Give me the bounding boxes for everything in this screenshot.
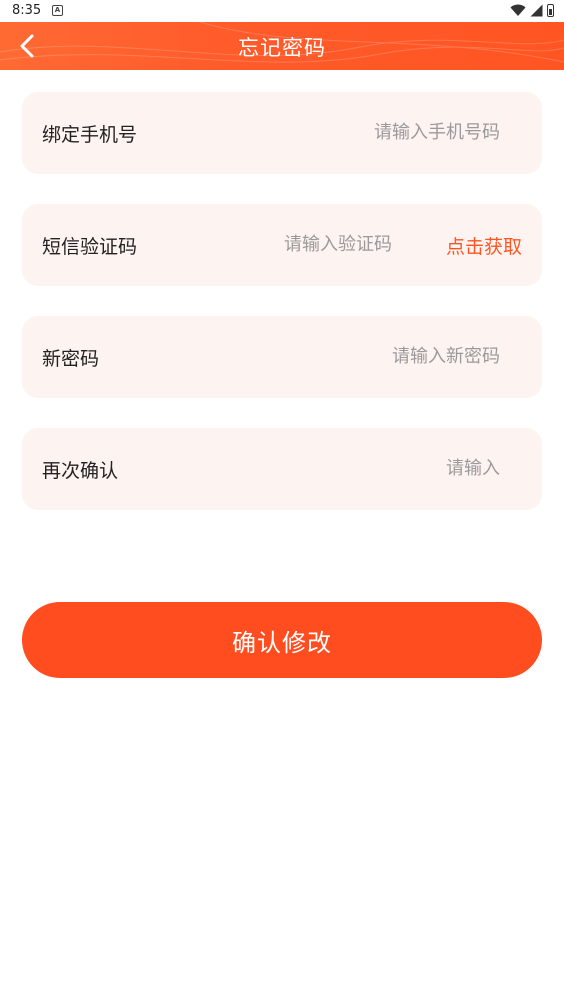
status-time: 8:35 bbox=[12, 3, 42, 18]
confirm-change-button[interactable]: 确认修改 bbox=[22, 602, 542, 678]
signal-icon bbox=[530, 4, 543, 17]
status-bar: 8:35 A bbox=[0, 0, 564, 22]
new-password-input[interactable] bbox=[260, 340, 500, 372]
confirm-password-input[interactable] bbox=[260, 452, 500, 484]
phone-label: 绑定手机号 bbox=[42, 124, 138, 146]
new-password-field-row: 新密码 bbox=[22, 316, 542, 398]
sms-code-field-row: 短信验证码 点击获取 bbox=[22, 204, 542, 286]
phone-field-row: 绑定手机号 bbox=[22, 92, 542, 174]
wifi-icon bbox=[510, 4, 526, 16]
phone-input[interactable] bbox=[260, 116, 500, 148]
notification-icon: A bbox=[52, 5, 63, 16]
header-bar: 忘记密码 bbox=[0, 22, 564, 70]
get-code-button[interactable]: 点击获取 bbox=[446, 232, 522, 259]
new-password-label: 新密码 bbox=[42, 348, 100, 370]
battery-icon bbox=[547, 4, 554, 17]
page-title: 忘记密码 bbox=[238, 36, 326, 60]
sms-code-label: 短信验证码 bbox=[42, 236, 138, 258]
confirm-password-field-row: 再次确认 bbox=[22, 428, 542, 510]
sms-code-input[interactable] bbox=[192, 228, 392, 260]
status-icons bbox=[510, 4, 554, 17]
confirm-password-label: 再次确认 bbox=[42, 460, 119, 482]
